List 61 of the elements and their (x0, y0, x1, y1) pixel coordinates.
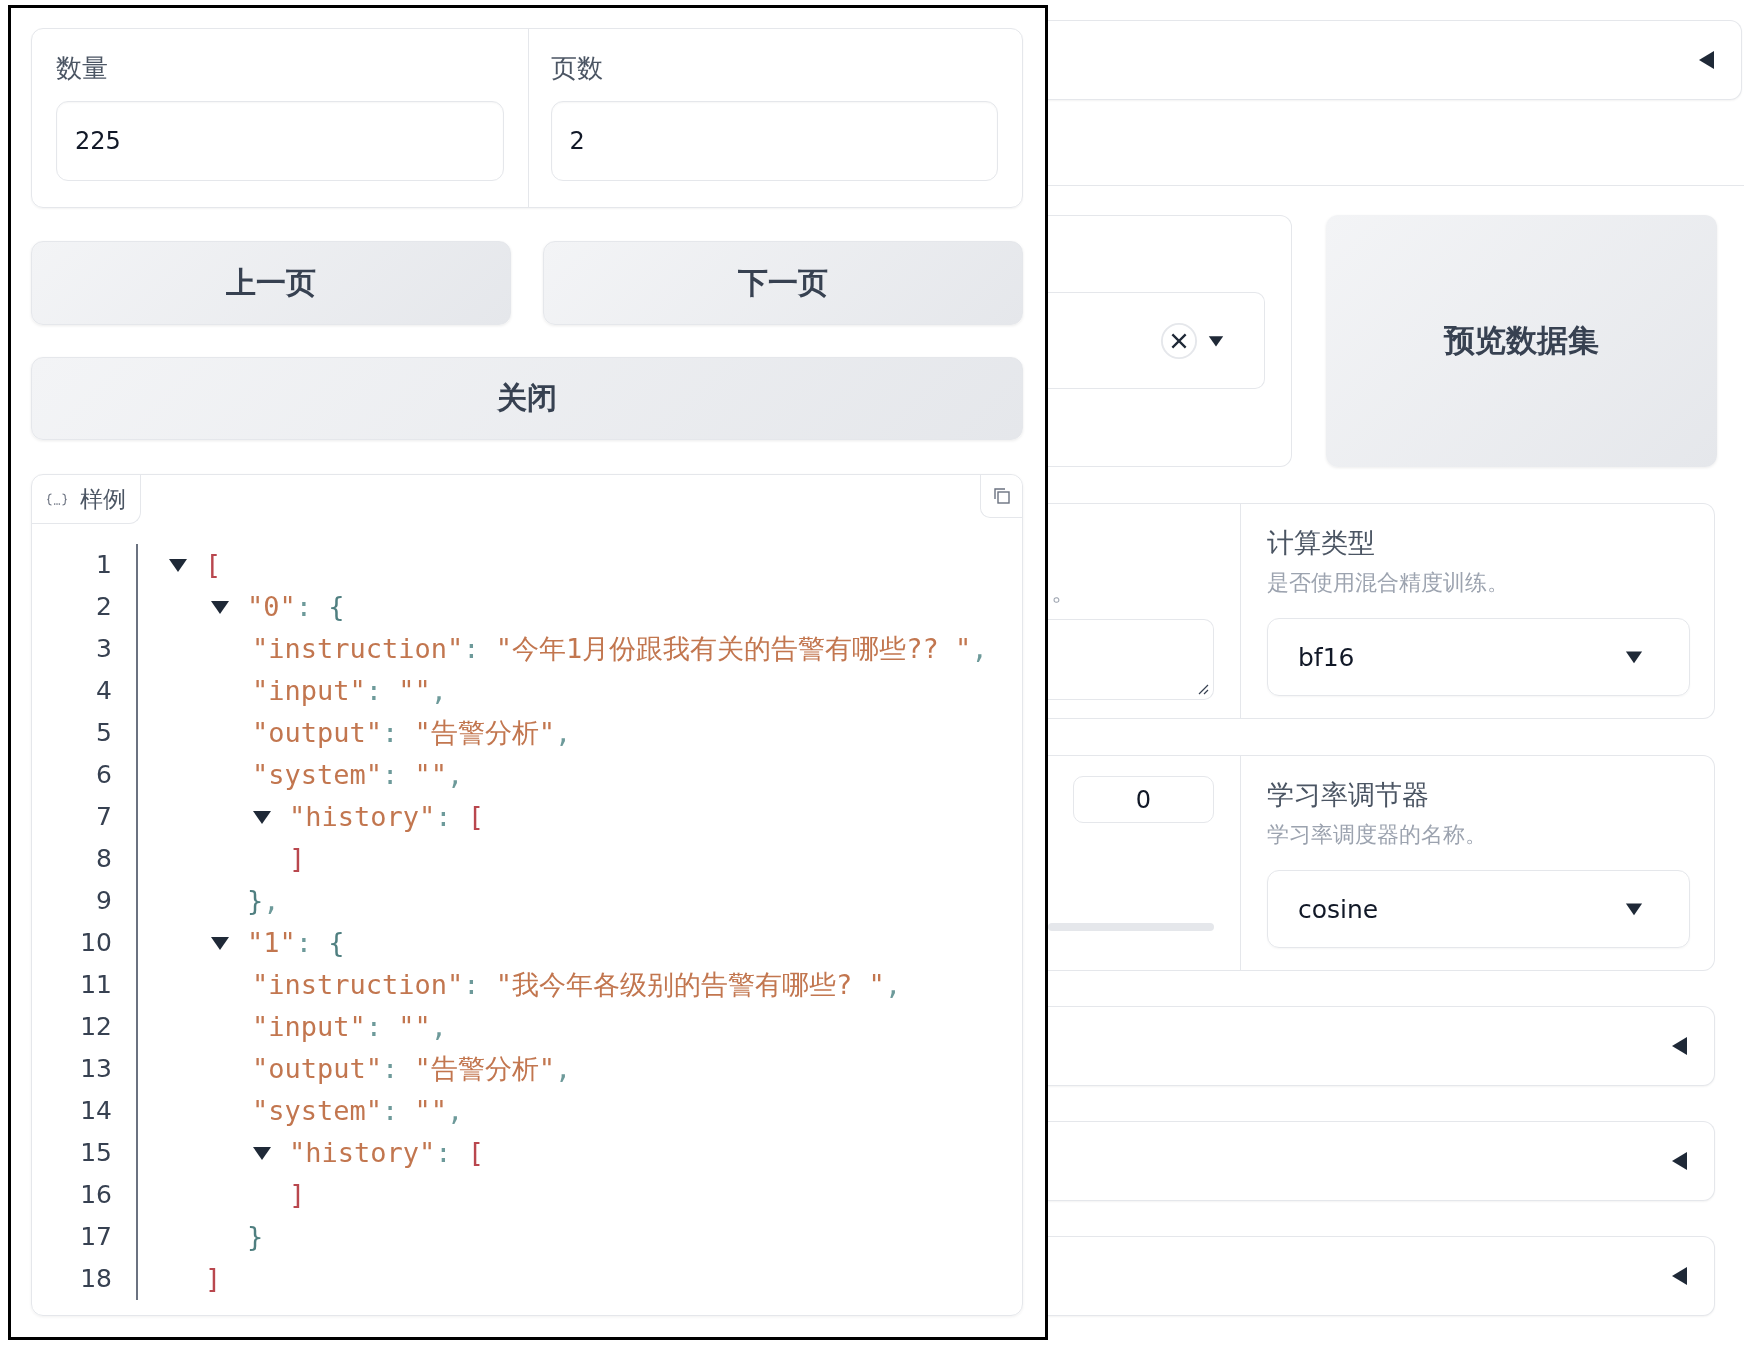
line-number: 2 (95, 591, 112, 623)
preview-button[interactable]: 预览数据集 (1326, 215, 1717, 467)
code-text: } (247, 1220, 264, 1254)
line-number: 16 (79, 1179, 112, 1211)
line-number: 3 (95, 633, 112, 665)
field-label: 计算类型 (1267, 526, 1376, 560)
code-text: "input": "", (252, 674, 448, 708)
code-text: "input": "", (252, 1010, 448, 1044)
field-label: 数量 (56, 52, 109, 85)
line-number: 4 (95, 675, 112, 707)
line-number: 17 (79, 1221, 112, 1253)
line-number: 13 (79, 1053, 112, 1085)
info-text: 是否使用混合精度训练。 (1267, 569, 1510, 597)
code-text: ] (289, 842, 306, 876)
code-text: "system": "", (252, 1094, 464, 1128)
line-number: 7 (95, 801, 112, 833)
code-text: ] (205, 1262, 222, 1296)
code-text: "history": [ (289, 1136, 485, 1170)
line-number: 5 (95, 717, 112, 749)
info-text: 。 (1050, 575, 1078, 604)
line-number: 18 (79, 1263, 112, 1295)
code-text: "output": "告警分析", (252, 1052, 572, 1086)
close-button[interactable]: 关闭 (31, 357, 1023, 440)
code-text: "system": "", (252, 758, 464, 792)
code-text: "1": { (247, 926, 345, 960)
page-button[interactable]: 下一页 (543, 241, 1023, 325)
dropdown[interactable]: cosine (1267, 870, 1690, 948)
line-number: 12 (79, 1011, 112, 1043)
close-icon[interactable] (1160, 321, 1198, 360)
code-text: "instruction": "我今年各级别的告警有哪些? ", (252, 968, 902, 1002)
code-text: "history": [ (289, 800, 485, 834)
dropdown-value: cosine (1298, 894, 1379, 924)
copy-icon[interactable] (991, 486, 1012, 506)
code-text: ] (289, 1178, 306, 1212)
line-number: 10 (79, 927, 112, 959)
number-field[interactable]: 2 (550, 101, 998, 181)
code-text: }, (247, 884, 280, 918)
copy-button[interactable] (980, 475, 1022, 518)
number-field[interactable]: 0 (1073, 776, 1214, 823)
field-label: 学习率调节器 (1267, 778, 1430, 812)
slider-track[interactable] (1048, 923, 1214, 931)
code-text: "output": "告警分析", (252, 716, 572, 750)
code-text: [ (205, 548, 222, 582)
code-label: 样例 (80, 484, 126, 514)
line-number: 9 (95, 885, 112, 917)
resize-handle-icon[interactable] (1197, 683, 1209, 695)
line-number: 1 (95, 549, 112, 581)
line-number: 6 (95, 759, 112, 791)
line-number: 11 (79, 969, 112, 1001)
info-text: 学习率调度器的名称。 (1267, 821, 1488, 849)
code-text: "instruction": "今年1月份跟我有关的告警有哪些?? ", (252, 632, 988, 666)
dropdown[interactable]: bf16 (1267, 618, 1690, 696)
page-button[interactable]: 上一页 (31, 241, 511, 325)
dropdown-value: bf16 (1298, 642, 1355, 672)
braces-icon (46, 491, 68, 507)
code-text: "0": { (247, 590, 345, 624)
line-number: 14 (79, 1095, 112, 1127)
line-number: 15 (79, 1137, 112, 1169)
field-label: 页数 (550, 52, 604, 85)
line-number: 8 (95, 843, 112, 875)
number-field[interactable]: 225 (56, 101, 504, 181)
